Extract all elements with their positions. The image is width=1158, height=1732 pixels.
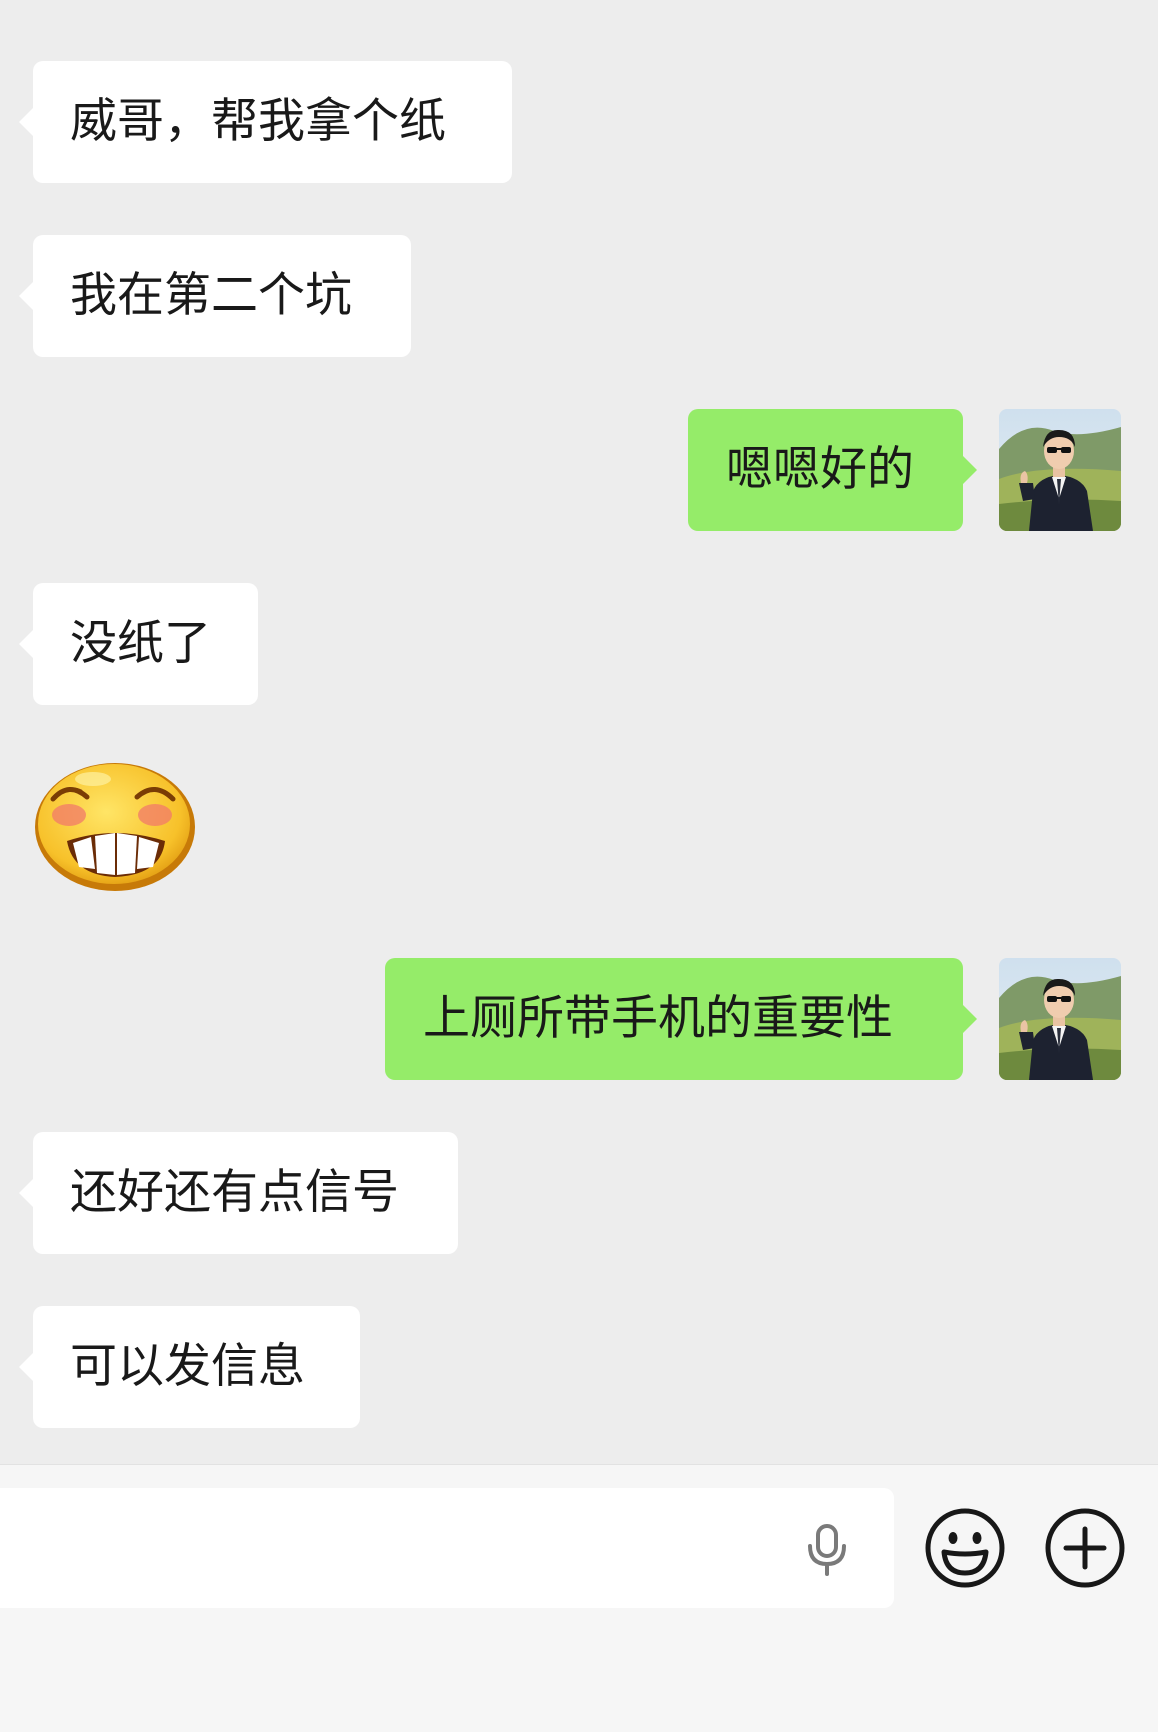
chat-input-bar bbox=[0, 1464, 1158, 1732]
incoming-message-bubble[interactable]: 还好还有点信号 bbox=[19, 1132, 458, 1254]
incoming-message-bubble[interactable]: 我在第二个坑 bbox=[19, 235, 411, 357]
my-avatar[interactable] bbox=[999, 958, 1121, 1080]
message-text: 上厕所带手机的重要性 bbox=[423, 991, 893, 1046]
plus-circle-icon bbox=[1045, 1508, 1125, 1588]
message-text: 我在第二个坑 bbox=[70, 268, 352, 323]
message-input-field[interactable] bbox=[0, 1488, 894, 1608]
message-row-incoming: 没纸了 bbox=[0, 583, 1158, 705]
message-row-incoming: 还好还有点信号 bbox=[0, 1132, 1158, 1254]
message-text: 可以发信息 bbox=[70, 1339, 305, 1394]
grinning-blushing-face-sticker-icon bbox=[35, 763, 195, 891]
more-actions-button[interactable] bbox=[1044, 1507, 1126, 1589]
incoming-message-bubble[interactable]: 可以发信息 bbox=[19, 1306, 360, 1428]
avatar-photo bbox=[999, 958, 1121, 1080]
message-row-outgoing: 上厕所带手机的重要性 bbox=[0, 958, 1158, 1080]
message-row-incoming bbox=[0, 757, 1158, 894]
emoji-button[interactable] bbox=[924, 1507, 1006, 1589]
chat-message-list[interactable]: 威哥，帮我拿个纸 我在第二个坑 嗯嗯好的 没纸了 上厕所带手机的重要性 还好还有… bbox=[0, 0, 1158, 1464]
incoming-message-bubble[interactable]: 没纸了 bbox=[19, 583, 258, 705]
message-text: 威哥，帮我拿个纸 bbox=[70, 94, 446, 149]
avatar-photo bbox=[999, 409, 1121, 531]
message-text: 没纸了 bbox=[70, 616, 211, 671]
incoming-message-bubble[interactable]: 威哥，帮我拿个纸 bbox=[19, 61, 512, 183]
message-row-incoming: 我在第二个坑 bbox=[0, 235, 1158, 357]
sticker-message[interactable] bbox=[33, 757, 198, 894]
smiley-face-icon bbox=[925, 1508, 1005, 1588]
message-text: 嗯嗯好的 bbox=[726, 442, 914, 497]
message-row-outgoing: 嗯嗯好的 bbox=[0, 409, 1158, 531]
outgoing-message-bubble[interactable]: 嗯嗯好的 bbox=[688, 409, 977, 531]
microphone-icon[interactable] bbox=[800, 1522, 854, 1576]
my-avatar[interactable] bbox=[999, 409, 1121, 531]
message-text: 还好还有点信号 bbox=[70, 1165, 399, 1220]
outgoing-message-bubble[interactable]: 上厕所带手机的重要性 bbox=[385, 958, 977, 1080]
message-row-incoming: 威哥，帮我拿个纸 bbox=[0, 61, 1158, 183]
message-row-incoming: 可以发信息 bbox=[0, 1306, 1158, 1428]
